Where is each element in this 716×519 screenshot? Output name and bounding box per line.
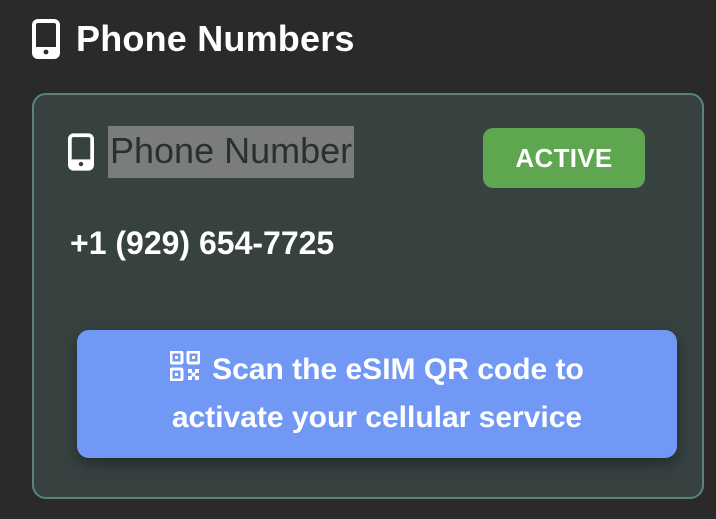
esim-notice-line2: activate your cellular service <box>171 401 583 434</box>
esim-qr-notice[interactable]: Scan the eSIM QR code to activate your c… <box>77 330 677 458</box>
esim-notice-text: Scan the eSIM QR code to activate your c… <box>169 347 584 441</box>
section-title: Phone Numbers <box>76 18 355 59</box>
status-badge: ACTIVE <box>483 128 645 188</box>
card-title: Phone Number <box>108 126 355 178</box>
card-header: Phone Number <box>68 125 355 179</box>
phone-number-value: +1 (929) 654-7725 <box>70 225 335 261</box>
section-header: Phone Numbers <box>32 14 355 64</box>
mobile-phone-icon <box>32 19 60 59</box>
phone-number-card: Phone Number ACTIVE +1 (929) 654-7725 Sc… <box>32 93 704 499</box>
esim-notice-line1: Scan the eSIM QR code to <box>212 353 584 386</box>
mobile-phone-icon <box>68 133 94 171</box>
qr-code-icon <box>169 349 201 395</box>
